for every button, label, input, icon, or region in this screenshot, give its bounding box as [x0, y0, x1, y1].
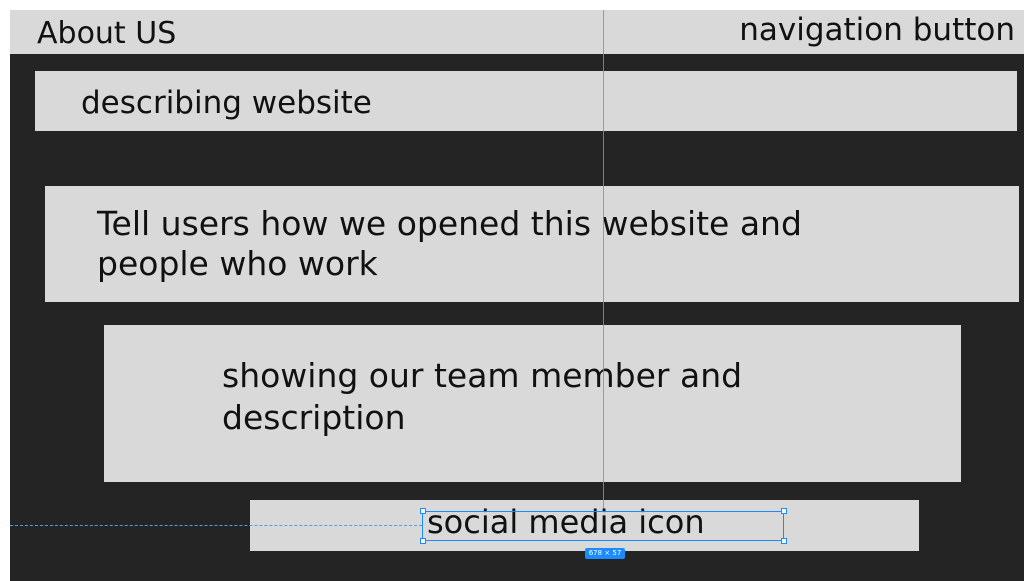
resize-handle-top-left[interactable]	[420, 508, 426, 514]
team-block: showing our team member and description	[104, 325, 961, 482]
history-block: Tell users how we opened this website an…	[45, 186, 1019, 302]
history-text-line-1: Tell users how we opened this website an…	[97, 204, 802, 243]
website-description-block: describing website	[35, 71, 1017, 131]
wireframe-canvas: About US navigation button describing we…	[10, 10, 1024, 581]
dimension-badge: 678 × 57	[585, 548, 625, 559]
vertical-guide-line	[603, 10, 604, 510]
history-text-line-2: people who work	[97, 244, 378, 283]
resize-handle-bottom-left[interactable]	[420, 538, 426, 544]
resize-handle-bottom-right[interactable]	[781, 538, 787, 544]
resize-handle-top-right[interactable]	[781, 508, 787, 514]
social-media-icon-label[interactable]: social media icon	[427, 505, 705, 539]
horizontal-guide-line	[10, 525, 422, 526]
team-text-line-2: description	[222, 398, 406, 437]
page-title: About US	[37, 16, 177, 51]
team-text-line-1: showing our team member and	[222, 356, 743, 395]
team-text: showing our team member and description	[222, 355, 742, 439]
navigation-button[interactable]: navigation button	[739, 12, 1015, 48]
history-text: Tell users how we opened this website an…	[97, 204, 802, 284]
website-description-text: describing website	[81, 85, 372, 121]
header-bar: About US navigation button	[10, 10, 1024, 54]
